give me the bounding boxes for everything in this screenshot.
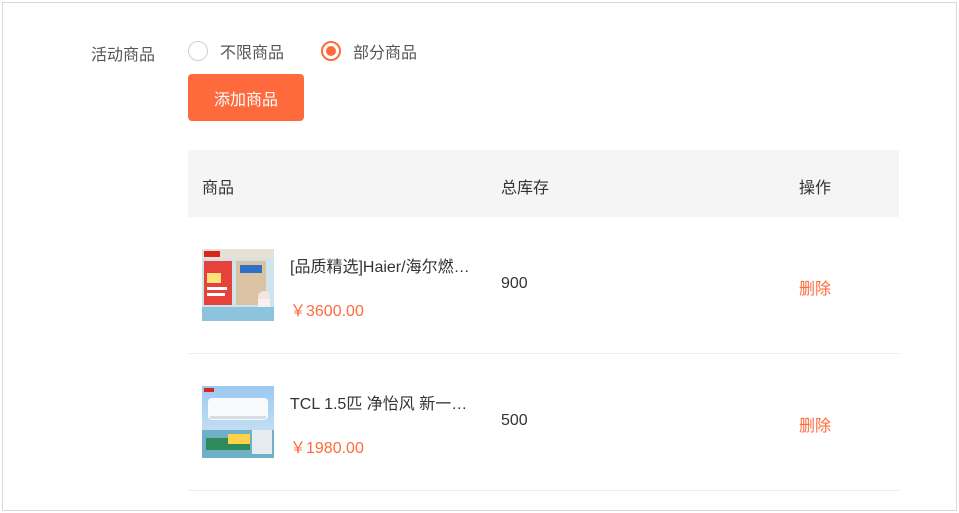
product-name[interactable]: [品质精选]Haier/海尔燃气热水器 — [290, 253, 475, 277]
table-row: [品质精选]Haier/海尔燃气热水器 ￥3600.00 900 删除 — [188, 217, 899, 354]
header-total-stock: 总库存 — [501, 180, 550, 197]
radio-label: 部分商品 — [353, 45, 418, 62]
product-name[interactable]: TCL 1.5匹 净怡风 新一级能效 — [290, 390, 475, 414]
goods-table: 商品 总库存 操作 [品质精选]Haier/海尔燃气 ￥3600.00 900 … — [188, 150, 899, 491]
header-action: 操作 — [799, 180, 832, 197]
page-frame: 活动商品 不限商品 部分商品 添加商品 商品 总库存 操作 [品质精选]Haie… — [2, 2, 957, 511]
add-goods-button[interactable]: 添加商品 — [188, 74, 304, 121]
radio-label: 不限商品 — [220, 45, 285, 62]
table-header: 商品 总库存 操作 — [188, 150, 899, 217]
radio-unlimited-goods[interactable]: 不限商品 — [188, 39, 284, 63]
delete-link[interactable]: 删除 — [799, 275, 831, 299]
radio-checked-icon — [321, 41, 341, 61]
product-image — [202, 386, 274, 458]
product-stock: 500 — [501, 412, 528, 429]
activity-goods-label: 活动商品 — [91, 47, 156, 64]
table-row: TCL 1.5匹 净怡风 新一级能效 ￥1980.00 500 删除 — [188, 354, 899, 491]
delete-link[interactable]: 删除 — [799, 412, 831, 436]
radio-circle-icon — [188, 41, 208, 61]
radio-partial-goods[interactable]: 部分商品 — [321, 39, 417, 63]
header-goods: 商品 — [202, 180, 235, 197]
product-stock: 900 — [501, 275, 528, 292]
product-price: ￥1980.00 — [290, 440, 364, 457]
product-price: ￥3600.00 — [290, 303, 364, 320]
product-image — [202, 249, 274, 321]
